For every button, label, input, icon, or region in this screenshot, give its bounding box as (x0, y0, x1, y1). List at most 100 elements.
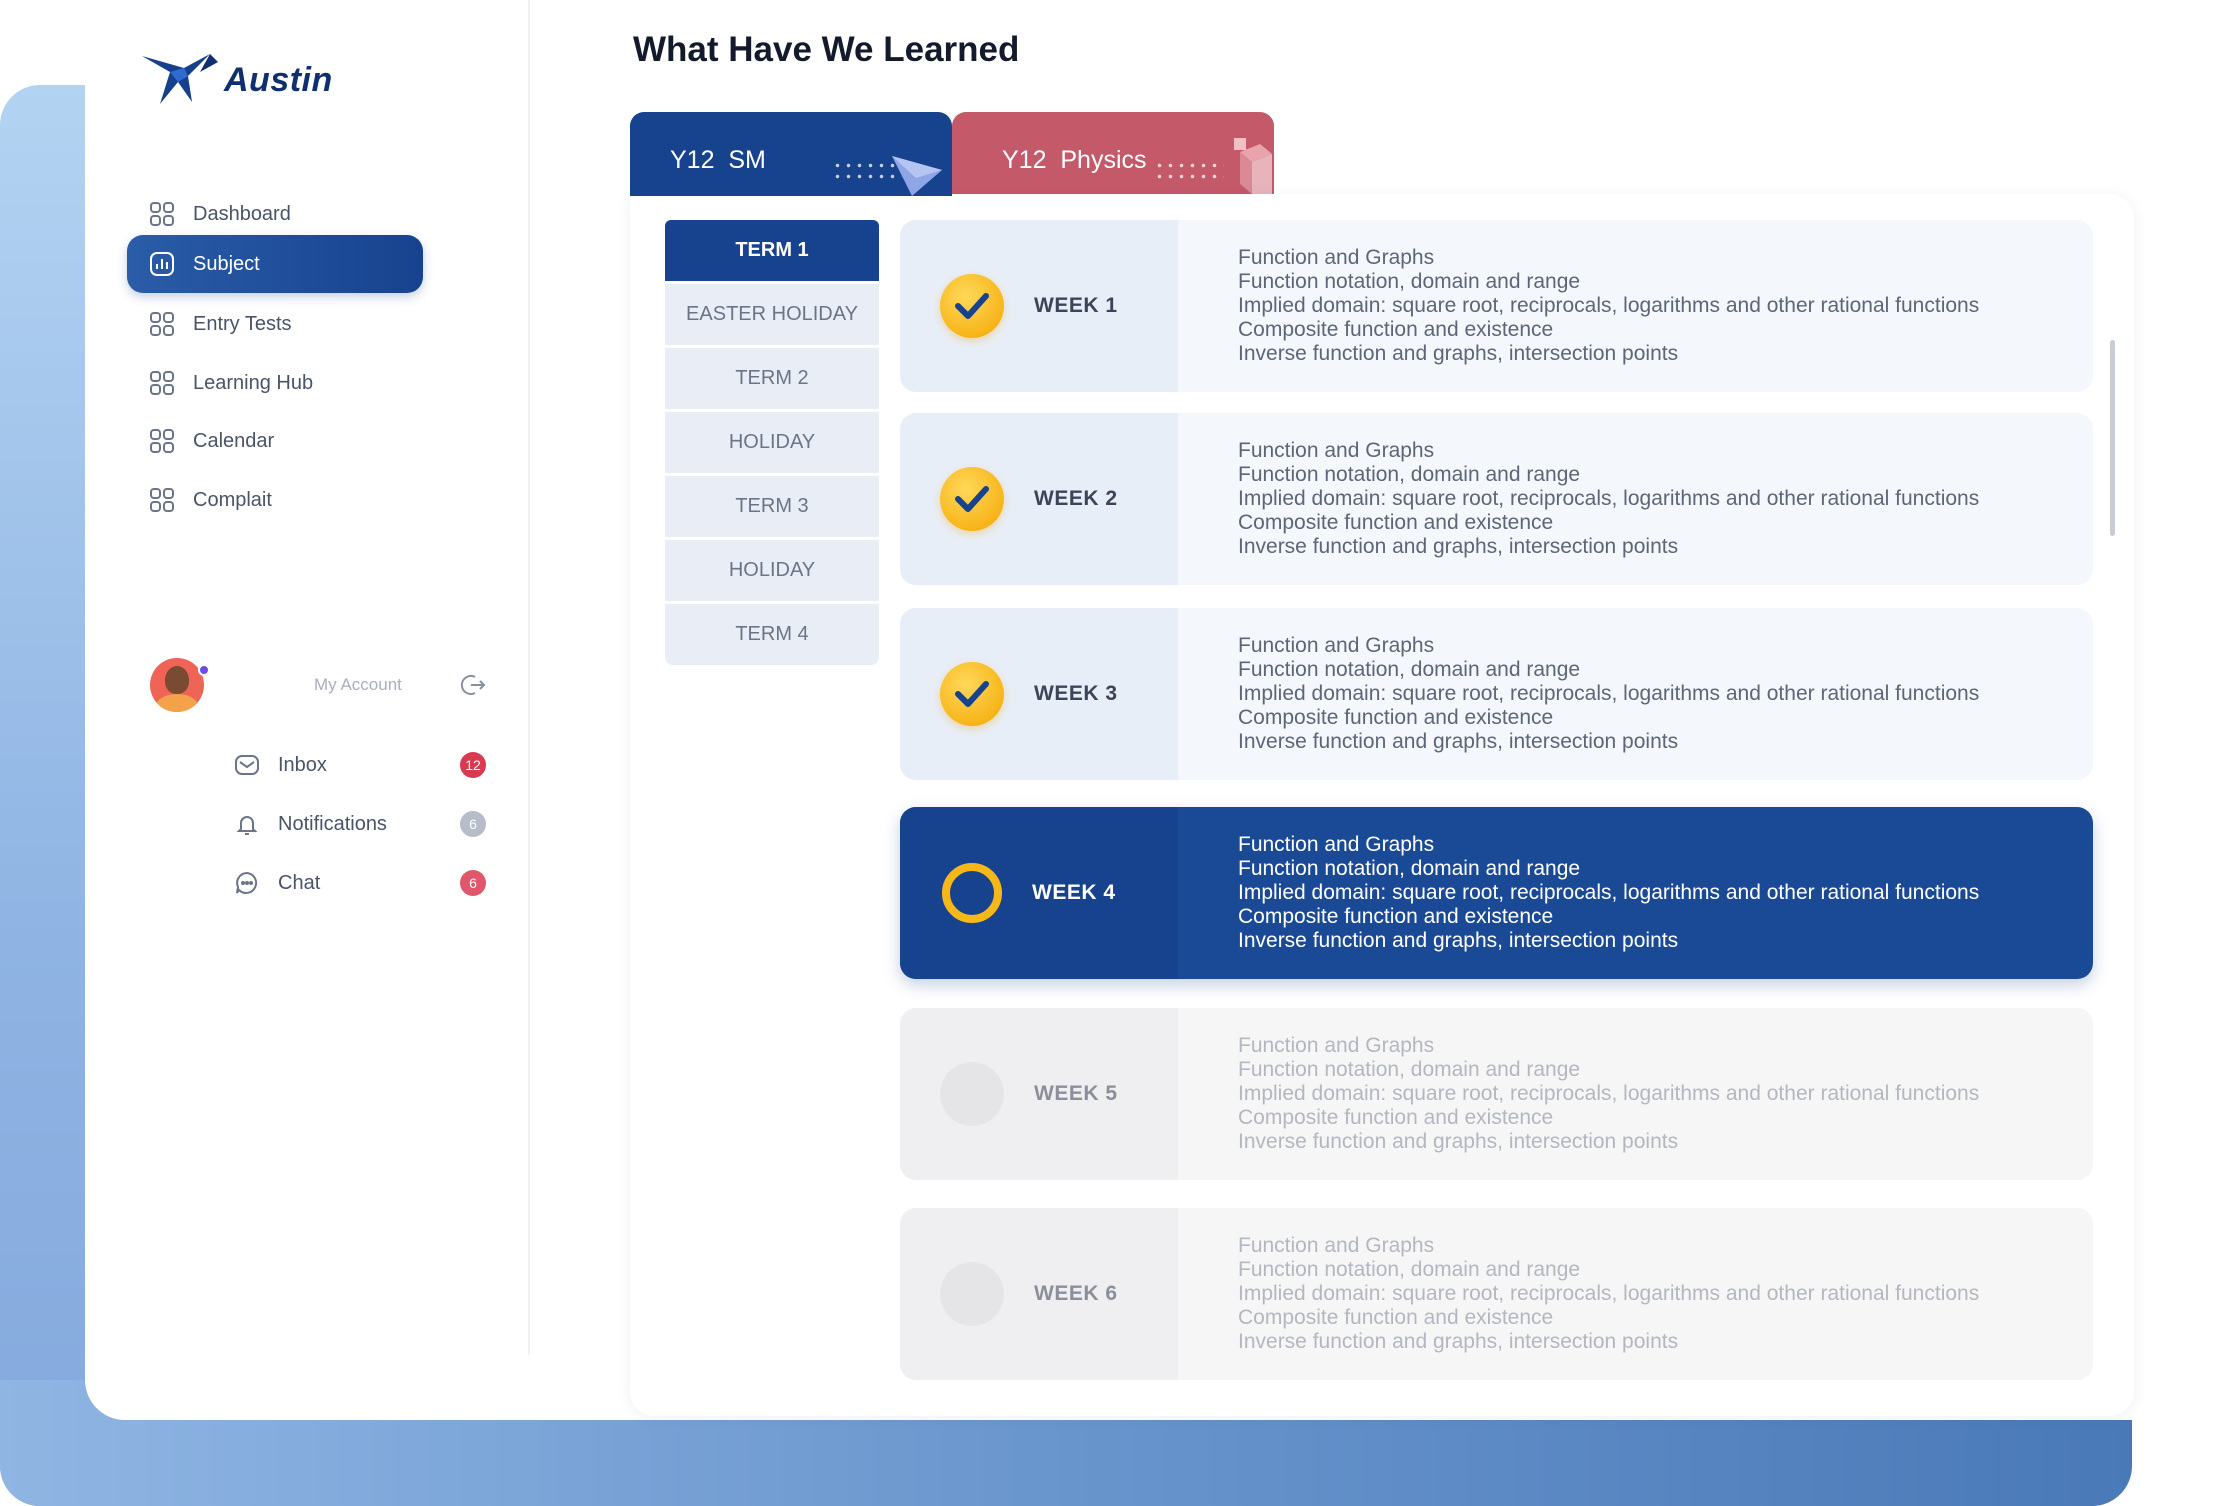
logo-bird-icon (142, 54, 218, 104)
topic-item: Inverse function and graphs, intersectio… (1238, 929, 1679, 952)
topic-item: Implied domain: square root, reciprocals… (1238, 294, 1980, 317)
grid-icon (150, 429, 174, 453)
week-topics: Function and Graphs Function notation, d… (1178, 1008, 1979, 1180)
topic-item: Function and Graphs (1238, 833, 1435, 856)
topic-item: Composite function and existence (1238, 318, 1554, 341)
topic-item: Function notation, domain and range (1238, 270, 1581, 293)
cube-decoration-icon (1234, 138, 1272, 194)
notifications-badge: 6 (460, 811, 486, 837)
my-account-label[interactable]: My Account (314, 675, 402, 695)
topic-item: Function and Graphs (1238, 439, 1435, 462)
topic-item: Inverse function and graphs, intersectio… (1238, 1330, 1679, 1353)
term-list: TERM 1 EASTER HOLIDAY TERM 2 HOLIDAY TER… (665, 220, 879, 668)
logout-icon[interactable] (460, 672, 486, 698)
status-complete-icon (940, 662, 1004, 726)
inbox-label: Inbox (278, 753, 327, 776)
week-card-6[interactable]: WEEK 6 Function and Graphs Function nota… (900, 1208, 2093, 1380)
logo[interactable]: Austin (140, 52, 333, 108)
status-pending-icon (940, 1262, 1004, 1326)
tab-label: Y12 Physics (1002, 146, 1147, 174)
chart-icon (150, 252, 174, 276)
topic-item: Inverse function and graphs, intersectio… (1238, 535, 1679, 558)
week-card-2[interactable]: WEEK 2 Function and Graphs Function nota… (900, 413, 2093, 585)
check-icon (955, 486, 989, 512)
term-item-term-4[interactable]: TERM 4 (665, 604, 879, 665)
topic-item: Composite function and existence (1238, 1306, 1554, 1329)
bell-icon (236, 816, 258, 835)
week-topics: Function and Graphs Function notation, d… (1178, 1208, 1979, 1380)
notifications-label: Notifications (278, 812, 387, 835)
nav-calendar[interactable]: Calendar (127, 412, 423, 470)
status-in-progress-icon (942, 863, 1002, 923)
week-label: WEEK 1 (1034, 294, 1118, 317)
scrollbar[interactable] (2110, 340, 2115, 536)
term-item-easter-holiday[interactable]: EASTER HOLIDAY (665, 284, 879, 345)
inbox-badge: 12 (460, 752, 486, 778)
week-card-4[interactable]: WEEK 4 Function and Graphs Function nota… (900, 807, 2093, 979)
term-item-term-3[interactable]: TERM 3 (665, 476, 879, 537)
topic-item: Implied domain: square root, reciprocals… (1238, 881, 1980, 904)
inbox-item[interactable]: Inbox (234, 745, 494, 785)
chat-item[interactable]: Chat (234, 863, 494, 903)
topic-item: Composite function and existence (1238, 905, 1554, 928)
topic-item: Function and Graphs (1238, 246, 1435, 269)
term-item-holiday-2[interactable]: HOLIDAY (665, 540, 879, 601)
app-name: Austin (224, 60, 333, 99)
page-title: What Have We Learned (633, 30, 1020, 69)
week-label: WEEK 2 (1034, 487, 1118, 510)
nav-subject[interactable]: Subject (127, 235, 423, 293)
nav-learning-hub[interactable]: Learning Hub (127, 354, 423, 412)
avatar[interactable] (150, 658, 204, 712)
chat-icon (236, 871, 258, 894)
status-pending-icon (940, 1062, 1004, 1126)
week-card-1[interactable]: WEEK 1 Function and Graphs Function nota… (900, 220, 2093, 392)
nav-complait[interactable]: Complait (127, 471, 423, 529)
topic-item: Function notation, domain and range (1238, 463, 1581, 486)
topic-item: Function notation, domain and range (1238, 857, 1581, 880)
topic-item: Composite function and existence (1238, 1106, 1554, 1129)
topic-item: Inverse function and graphs, intersectio… (1238, 730, 1679, 753)
grid-icon (150, 312, 174, 336)
status-complete-icon (940, 274, 1004, 338)
chat-badge: 6 (460, 870, 486, 896)
topic-item: Implied domain: square root, reciprocals… (1238, 1082, 1980, 1105)
week-label: WEEK 4 (1032, 881, 1116, 904)
check-icon (955, 681, 989, 707)
status-complete-icon (940, 467, 1004, 531)
topic-item: Function notation, domain and range (1238, 1058, 1581, 1081)
week-card-5[interactable]: WEEK 5 Function and Graphs Function nota… (900, 1008, 2093, 1180)
topic-item: Function and Graphs (1238, 1234, 1435, 1257)
nav-label: Complait (193, 488, 272, 511)
check-icon (955, 293, 989, 319)
term-item-holiday[interactable]: HOLIDAY (665, 412, 879, 473)
topic-item: Function and Graphs (1238, 1034, 1435, 1057)
topic-item: Inverse function and graphs, intersectio… (1238, 1130, 1679, 1153)
topic-item: Implied domain: square root, reciprocals… (1238, 682, 1980, 705)
topic-item: Implied domain: square root, reciprocals… (1238, 1282, 1980, 1305)
term-item-term-1[interactable]: TERM 1 (665, 220, 879, 281)
online-status-dot (198, 664, 210, 676)
week-topics: Function and Graphs Function notation, d… (1178, 608, 1979, 780)
week-card-3[interactable]: WEEK 3 Function and Graphs Function nota… (900, 608, 2093, 780)
topic-item: Function and Graphs (1238, 634, 1435, 657)
week-topics: Function and Graphs Function notation, d… (1178, 220, 1979, 392)
mail-icon (235, 755, 259, 775)
topic-item: Composite function and existence (1238, 511, 1554, 534)
tab-dots-decoration (1154, 160, 1224, 182)
tab-y12-sm[interactable]: Y12 SM (630, 112, 952, 196)
week-topics: Function and Graphs Function notation, d… (1178, 807, 1979, 979)
nav-label: Calendar (193, 429, 275, 452)
tab-y12-physics[interactable]: Y12 Physics (952, 112, 1274, 196)
nav-label: Learning Hub (193, 371, 314, 394)
grid-icon (150, 371, 174, 395)
nav-label: Entry Tests (193, 312, 292, 335)
term-item-term-2[interactable]: TERM 2 (665, 348, 879, 409)
topic-item: Composite function and existence (1238, 706, 1554, 729)
topic-item: Inverse function and graphs, intersectio… (1238, 342, 1679, 365)
week-label: WEEK 5 (1034, 1082, 1118, 1105)
notifications-item[interactable]: Notifications (234, 804, 494, 844)
week-label: WEEK 6 (1034, 1282, 1118, 1305)
grid-icon (150, 202, 174, 226)
nav-entry-tests[interactable]: Entry Tests (127, 295, 423, 353)
tab-label: Y12 SM (670, 146, 766, 174)
